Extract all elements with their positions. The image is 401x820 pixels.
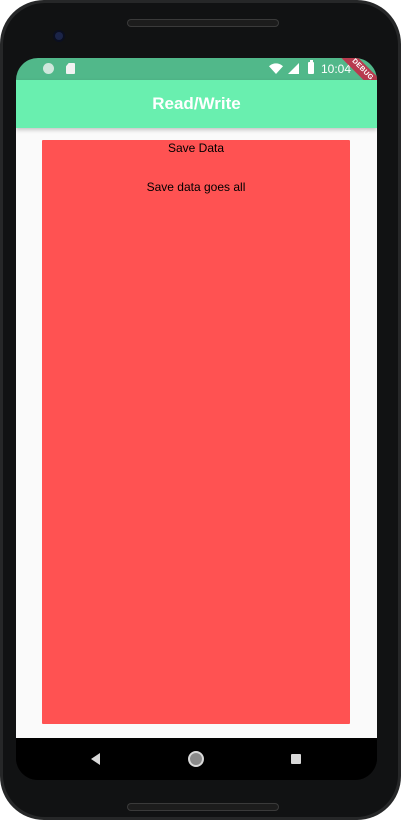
main-content: Save Data Save data goes all (16, 128, 377, 738)
signal-icon (288, 63, 299, 74)
top-speaker (127, 19, 279, 27)
battery-icon (308, 60, 314, 74)
front-camera (55, 32, 63, 40)
page-title: Read/Write (152, 94, 241, 113)
circle-notification-icon (43, 63, 54, 74)
save-data-card: Save Data Save data goes all (42, 140, 350, 724)
home-icon[interactable] (188, 751, 204, 767)
card-title: Save Data (167, 141, 225, 155)
back-icon[interactable] (91, 753, 100, 765)
recents-icon[interactable] (291, 754, 301, 764)
status-bar: 10:04 DEBUG (16, 58, 377, 98)
status-time: 10:04 (321, 62, 352, 76)
navigation-bar (16, 738, 377, 780)
wifi-icon (269, 63, 283, 74)
bottom-speaker (127, 803, 279, 811)
phone-frame: 10:04 DEBUG Read/Write Save Data Save da… (0, 0, 401, 820)
app-bar: Read/Write (16, 80, 377, 128)
sd-card-icon (66, 63, 75, 74)
device-screen: 10:04 DEBUG Read/Write Save Data Save da… (16, 58, 377, 780)
card-body-text: Save data goes all (146, 180, 246, 194)
